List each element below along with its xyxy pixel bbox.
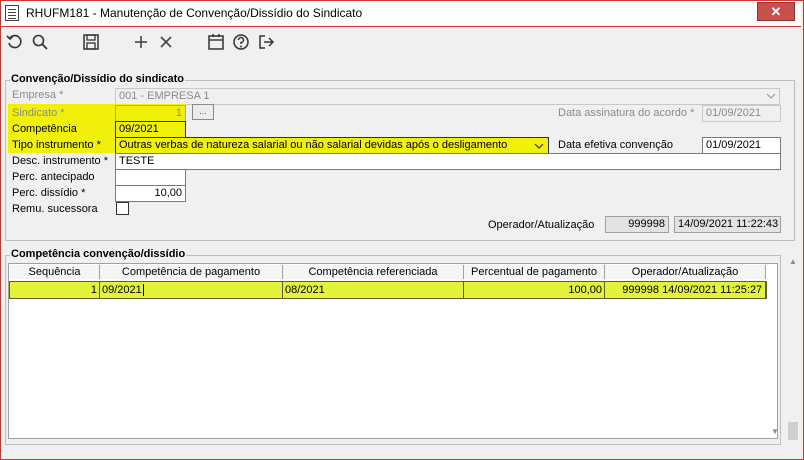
scrollbar-thumb[interactable] (788, 422, 798, 440)
data-efetiva-label: Data efetiva convenção (558, 139, 673, 151)
add-icon[interactable] (131, 33, 151, 53)
cell-operador-code: 999998 (622, 284, 659, 296)
desc-instrumento-field[interactable]: TESTE (115, 153, 781, 170)
search-icon[interactable] (30, 33, 50, 53)
close-button[interactable]: ✕ (757, 2, 795, 21)
perc-dissidio-field[interactable]: 10,00 (115, 185, 186, 202)
sindicato-lookup-button[interactable]: ... (192, 104, 214, 120)
cell-sequencia[interactable]: 1 (10, 282, 100, 298)
convencao-group-title: Convenção/Dissídio do sindicato (10, 73, 185, 85)
exit-icon[interactable] (256, 33, 276, 53)
column-header-operador-atualizacao[interactable]: Operador/Atualização (605, 265, 766, 279)
data-assinatura-label: Data assinatura do acordo * (558, 107, 695, 119)
cell-operador-atualizacao[interactable]: 999998 14/09/2021 11:25:27 (605, 282, 766, 298)
sindicato-label: Sindicato * (12, 107, 65, 119)
cell-competencia-pagamento-value: 09/2021 (102, 284, 142, 296)
column-header-percentual-pagamento[interactable]: Percentual de pagamento (464, 265, 605, 279)
desc-instrumento-label: Desc. instrumento * (12, 155, 108, 167)
window-title: RHUFM181 - Manutenção de Convenção/Dissí… (26, 6, 363, 20)
competencia-group-title: Competência convenção/dissídio (10, 248, 187, 260)
empresa-select: 001 - EMPRESA 1 (115, 88, 780, 105)
tipo-instrumento-select[interactable]: Outras verbas de natureza salarial ou nã… (115, 137, 549, 154)
app-document-icon (5, 5, 19, 21)
empresa-label: Empresa * (12, 89, 64, 101)
perc-antecipado-field[interactable] (115, 169, 186, 186)
data-efetiva-field[interactable]: 01/09/2021 (702, 137, 781, 154)
tipo-instrumento-value: Outras verbas de natureza salarial ou nã… (119, 139, 508, 151)
text-cursor (142, 284, 144, 297)
calendar-icon[interactable] (206, 33, 226, 53)
grid-scroll-down-icon[interactable]: ▼ (768, 426, 782, 438)
competencia-field[interactable]: 09/2021 (115, 121, 186, 138)
scroll-up-icon[interactable]: ▲ (786, 256, 800, 268)
remu-sucessora-checkbox[interactable] (116, 202, 129, 215)
perc-dissidio-label: Perc. dissídio * (12, 187, 86, 199)
operador-label: Operador/Atualização (488, 219, 595, 231)
tipo-instrumento-chevron-down-icon (534, 141, 544, 151)
column-header-sequencia[interactable]: Sequência (10, 265, 100, 279)
vertical-scrollbar[interactable] (786, 272, 800, 442)
tipo-instrumento-label: Tipo instrumento * (12, 139, 101, 151)
data-assinatura-field: 01/09/2021 (702, 105, 781, 122)
perc-antecipado-label: Perc. antecipado (12, 171, 95, 183)
empresa-value: 001 - EMPRESA 1 (119, 90, 210, 102)
sindicato-field[interactable]: 1 (115, 105, 186, 122)
column-header-competencia-referenciada[interactable]: Competência referenciada (283, 265, 464, 279)
competencia-label: Competência (12, 123, 77, 135)
cell-atualizacao: 14/09/2021 11:25:27 (662, 284, 763, 296)
column-header-competencia-pagamento[interactable]: Competência de pagamento (100, 265, 283, 279)
delete-icon[interactable] (156, 33, 176, 53)
help-icon[interactable] (231, 33, 251, 53)
refresh-icon[interactable] (5, 33, 25, 53)
remu-sucessora-label: Remu. sucessora (12, 203, 98, 215)
cell-percentual[interactable]: 100,00 (464, 282, 605, 298)
operador-code-field: 999998 (605, 216, 669, 233)
save-icon[interactable] (81, 33, 101, 53)
operador-datetime-field: 14/09/2021 11:22:43 (674, 216, 781, 233)
empresa-chevron-down-icon (766, 91, 776, 101)
cell-competencia-referenciada[interactable]: 08/2021 (283, 282, 464, 298)
cell-competencia-pagamento[interactable]: 09/2021 (100, 282, 283, 298)
